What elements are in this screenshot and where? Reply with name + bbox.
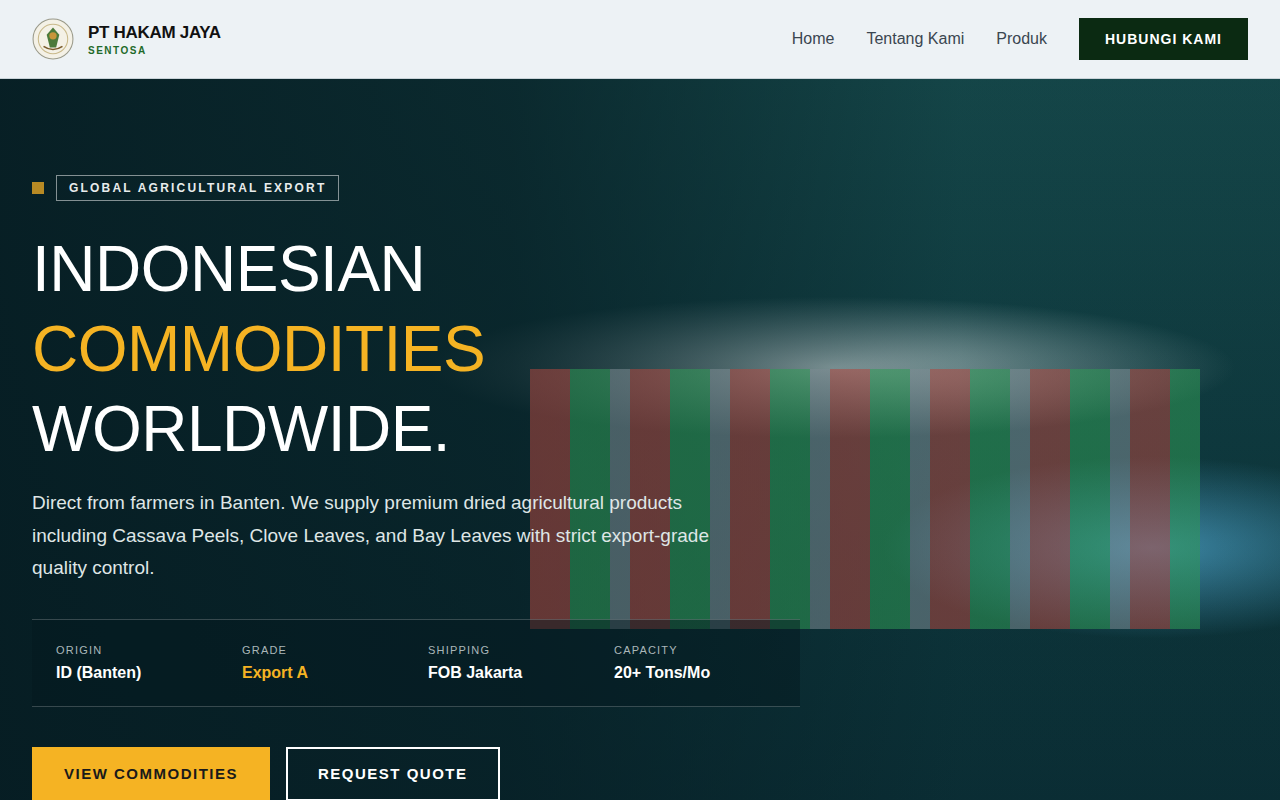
stat-label: SHIPPING [428, 644, 614, 656]
headline-line: WORLDWIDE. [32, 389, 1248, 469]
brand[interactable]: PT HAKAM JAYA SENTOSA [32, 18, 221, 60]
hero-buttons: VIEW COMMODITIES REQUEST QUOTE [32, 747, 1248, 800]
stat-label: CAPACITY [614, 644, 800, 656]
stat-value: 20+ Tons/Mo [614, 664, 800, 682]
nav-item[interactable]: Produk [996, 30, 1047, 48]
company-emblem-icon [32, 18, 74, 60]
stats-strip: ORIGIN ID (Banten)GRADE Export ASHIPPING FO… [32, 619, 800, 707]
contact-button[interactable]: HUBUNGI KAMI [1079, 18, 1248, 60]
page: PT HAKAM JAYA SENTOSA Home Tentang Kami Prod… [0, 0, 1280, 800]
hero: GLOBAL AGRICULTURAL EXPORT INDONESIANCOMM… [0, 79, 1280, 800]
nav-item[interactable]: Tentang Kami [866, 30, 964, 48]
stat-label: ORIGIN [56, 644, 242, 656]
main-nav: Home Tentang Kami Produk HUBUNGI KAMI [792, 18, 1248, 60]
stat-value: FOB Jakarta [428, 664, 614, 682]
headline-line: INDONESIAN [32, 229, 1248, 309]
badge-square-icon [32, 182, 44, 194]
hero-button[interactable]: VIEW COMMODITIES [32, 747, 270, 800]
headline-line: COMMODITIES [32, 309, 1248, 389]
stat: SHIPPING FOB Jakarta [428, 644, 614, 682]
headline: INDONESIANCOMMODITIESWORLDWIDE. [32, 229, 1248, 469]
hero-description: Direct from farmers in Banten. We supply… [32, 487, 712, 585]
stat-value: ID (Banten) [56, 664, 242, 682]
hero-button[interactable]: REQUEST QUOTE [286, 747, 500, 800]
stat-label: GRADE [242, 644, 428, 656]
badge-label: GLOBAL AGRICULTURAL EXPORT [56, 175, 339, 201]
stat: CAPACITY 20+ Tons/Mo [614, 644, 800, 682]
badge: GLOBAL AGRICULTURAL EXPORT [32, 175, 1248, 201]
stat: GRADE Export A [242, 644, 428, 682]
site-header: PT HAKAM JAYA SENTOSA Home Tentang Kami Prod… [0, 0, 1280, 79]
stat-value: Export A [242, 664, 428, 682]
stat: ORIGIN ID (Banten) [56, 644, 242, 682]
nav-item[interactable]: Home [792, 30, 835, 48]
brand-subtitle: SENTOSA [88, 45, 221, 56]
brand-name: PT HAKAM JAYA [88, 23, 221, 43]
